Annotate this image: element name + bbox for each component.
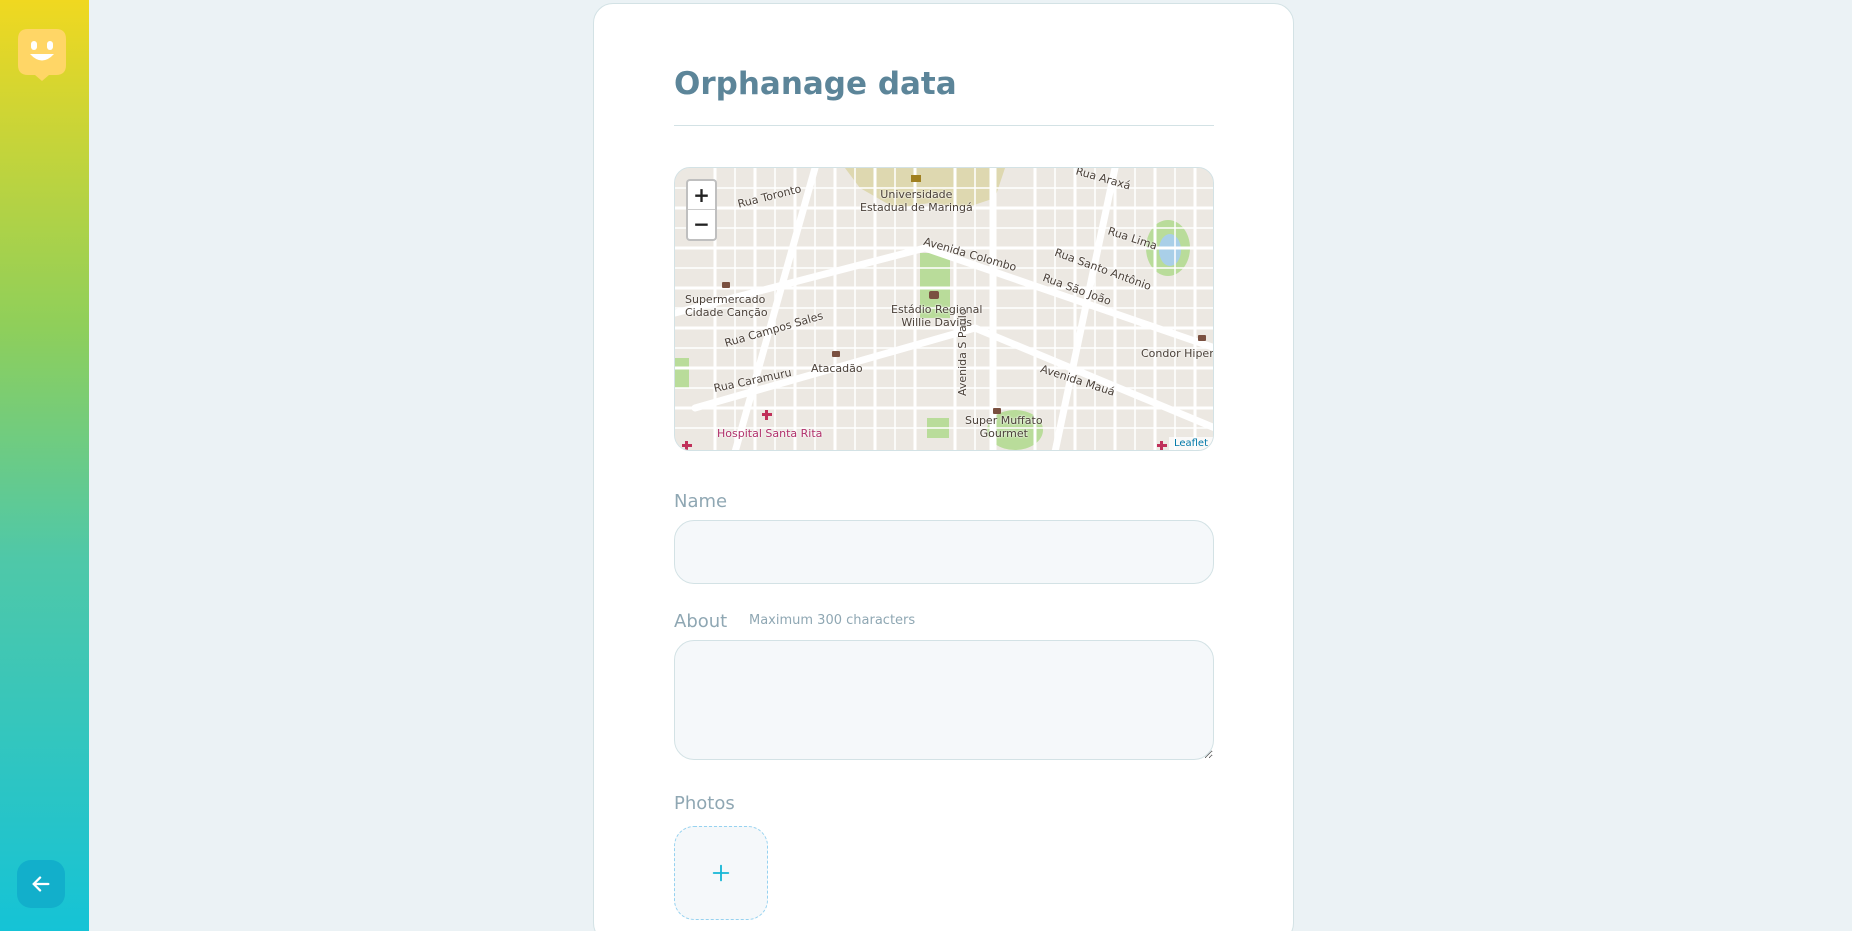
arrow-left-icon <box>32 876 50 892</box>
add-photo-button[interactable] <box>674 826 768 920</box>
name-input[interactable] <box>674 520 1214 584</box>
map-label: Supermercado Cidade Canção <box>685 293 768 319</box>
about-hint: Maximum 300 characters <box>749 613 916 628</box>
about-label: About <box>674 611 728 632</box>
zoom-out-button[interactable]: − <box>688 210 715 239</box>
plus-icon <box>712 864 730 882</box>
form-title: Orphanage data <box>674 66 957 102</box>
back-button[interactable] <box>17 860 65 908</box>
sidebar <box>0 0 89 931</box>
happy-face-logo <box>18 29 66 81</box>
map-label: Atacadão <box>811 362 863 375</box>
map-label: Condor Hiperm <box>1141 347 1214 360</box>
about-textarea[interactable] <box>674 640 1214 760</box>
location-map[interactable]: Rua Toronto Universidade Estadual de Mar… <box>674 167 1214 451</box>
map-attribution-link[interactable]: Leaflet <box>1168 437 1213 450</box>
map-label: Avenida S Paulo <box>956 308 969 396</box>
map-label: Super Muffato Gourmet <box>965 414 1043 440</box>
create-orphanage-form: Orphanage data Rua Toronto Universidade … <box>593 3 1294 931</box>
zoom-in-button[interactable]: + <box>688 181 715 210</box>
map-zoom-control: + − <box>686 179 717 241</box>
map-label: Hospital Santa Rita <box>717 427 823 440</box>
map-label: Universidade Estadual de Maringá <box>860 188 973 214</box>
photos-label: Photos <box>674 793 735 814</box>
name-label: Name <box>674 491 728 512</box>
title-divider <box>674 125 1214 126</box>
